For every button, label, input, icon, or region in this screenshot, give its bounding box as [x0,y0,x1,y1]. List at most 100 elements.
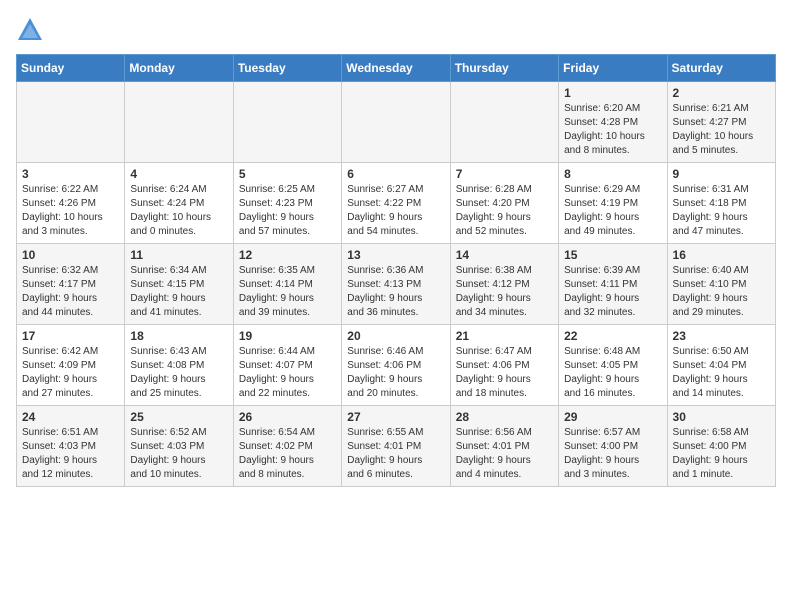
calendar-cell: 11 Sunrise: 6:34 AM Sunset: 4:15 PM Dayli… [125,244,233,325]
calendar-cell: 24 Sunrise: 6:51 AM Sunset: 4:03 PM Dayli… [17,406,125,487]
day-number: 25 [130,410,227,424]
calendar-cell: 28Sunrise: 6:56 AM Sunset: 4:01 PM Dayli… [450,406,558,487]
day-info: Sunrise: 6:32 AM Sunset: 4:17 PM Dayligh… [22,264,119,320]
calendar-week-row: 24 Sunrise: 6:51 AM Sunset: 4:03 PM Dayli… [17,406,776,487]
calendar-cell: 8 Sunrise: 6:29 AM Sunset: 4:19 PM Daylig… [559,163,667,244]
logo [16,16,48,44]
calendar-cell: 4 Sunrise: 6:24 AM Sunset: 4:24 PM Daylig… [125,163,233,244]
day-number: 12 [239,248,336,262]
day-number: 6 [347,167,444,181]
day-number: 15 [564,248,661,262]
day-number: 22 [564,329,661,343]
calendar-cell: 5 Sunrise: 6:25 AM Sunset: 4:23 PM Daylig… [233,163,341,244]
calendar-cell: 2 Sunrise: 6:21 AM Sunset: 4:27 PM Daylig… [667,82,775,163]
day-info: Sunrise: 6:54 AM Sunset: 4:02 PM Dayligh… [239,426,336,482]
weekday-header: Friday [559,55,667,82]
day-number: 7 [456,167,553,181]
day-info: Sunrise: 6:34 AM Sunset: 4:15 PM Dayligh… [130,264,227,320]
weekday-header: Wednesday [342,55,450,82]
day-number: 26 [239,410,336,424]
day-info: Sunrise: 6:52 AM Sunset: 4:03 PM Dayligh… [130,426,227,482]
day-info: Sunrise: 6:28 AM Sunset: 4:20 PM Dayligh… [456,183,553,239]
day-number: 16 [673,248,770,262]
day-info: Sunrise: 6:39 AM Sunset: 4:11 PM Dayligh… [564,264,661,320]
day-info: Sunrise: 6:40 AM Sunset: 4:10 PM Dayligh… [673,264,770,320]
calendar-cell: 20 Sunrise: 6:46 AM Sunset: 4:06 PM Dayli… [342,325,450,406]
weekday-row: SundayMondayTuesdayWednesdayThursdayFrid… [17,55,776,82]
day-number: 18 [130,329,227,343]
weekday-header: Saturday [667,55,775,82]
day-number: 11 [130,248,227,262]
calendar-table: SundayMondayTuesdayWednesdayThursdayFrid… [16,54,776,487]
calendar-cell: 12 Sunrise: 6:35 AM Sunset: 4:14 PM Dayli… [233,244,341,325]
day-info: Sunrise: 6:47 AM Sunset: 4:06 PM Dayligh… [456,345,553,401]
day-info: Sunrise: 6:55 AM Sunset: 4:01 PM Dayligh… [347,426,444,482]
day-number: 19 [239,329,336,343]
day-info: Sunrise: 6:31 AM Sunset: 4:18 PM Dayligh… [673,183,770,239]
calendar-cell: 19 Sunrise: 6:44 AM Sunset: 4:07 PM Dayli… [233,325,341,406]
day-info: Sunrise: 6:57 AM Sunset: 4:00 PM Dayligh… [564,426,661,482]
day-info: Sunrise: 6:44 AM Sunset: 4:07 PM Dayligh… [239,345,336,401]
calendar-cell: 14Sunrise: 6:38 AM Sunset: 4:12 PM Dayli… [450,244,558,325]
calendar-cell: 3 Sunrise: 6:22 AM Sunset: 4:26 PM Daylig… [17,163,125,244]
day-info: Sunrise: 6:20 AM Sunset: 4:28 PM Dayligh… [564,102,661,158]
calendar-cell: 23 Sunrise: 6:50 AM Sunset: 4:04 PM Dayli… [667,325,775,406]
day-number: 20 [347,329,444,343]
day-info: Sunrise: 6:36 AM Sunset: 4:13 PM Dayligh… [347,264,444,320]
day-number: 2 [673,86,770,100]
weekday-header: Thursday [450,55,558,82]
calendar-body: 1 Sunrise: 6:20 AM Sunset: 4:28 PM Daylig… [17,82,776,487]
calendar-cell [342,82,450,163]
calendar-cell: 15 Sunrise: 6:39 AM Sunset: 4:11 PM Dayli… [559,244,667,325]
calendar-cell: 6 Sunrise: 6:27 AM Sunset: 4:22 PM Daylig… [342,163,450,244]
calendar-cell [233,82,341,163]
day-number: 30 [673,410,770,424]
day-info: Sunrise: 6:21 AM Sunset: 4:27 PM Dayligh… [673,102,770,158]
day-number: 23 [673,329,770,343]
day-info: Sunrise: 6:46 AM Sunset: 4:06 PM Dayligh… [347,345,444,401]
day-info: Sunrise: 6:22 AM Sunset: 4:26 PM Dayligh… [22,183,119,239]
calendar-cell: 30Sunrise: 6:58 AM Sunset: 4:00 PM Dayli… [667,406,775,487]
day-number: 27 [347,410,444,424]
day-number: 8 [564,167,661,181]
calendar-cell: 22 Sunrise: 6:48 AM Sunset: 4:05 PM Dayli… [559,325,667,406]
calendar-cell: 13 Sunrise: 6:36 AM Sunset: 4:13 PM Dayli… [342,244,450,325]
calendar-cell [125,82,233,163]
day-info: Sunrise: 6:29 AM Sunset: 4:19 PM Dayligh… [564,183,661,239]
day-info: Sunrise: 6:25 AM Sunset: 4:23 PM Dayligh… [239,183,336,239]
day-number: 1 [564,86,661,100]
day-number: 13 [347,248,444,262]
page-header [16,16,776,44]
day-number: 10 [22,248,119,262]
day-info: Sunrise: 6:24 AM Sunset: 4:24 PM Dayligh… [130,183,227,239]
day-number: 24 [22,410,119,424]
day-info: Sunrise: 6:27 AM Sunset: 4:22 PM Dayligh… [347,183,444,239]
day-number: 3 [22,167,119,181]
calendar-cell: 27 Sunrise: 6:55 AM Sunset: 4:01 PM Dayli… [342,406,450,487]
day-info: Sunrise: 6:51 AM Sunset: 4:03 PM Dayligh… [22,426,119,482]
calendar-week-row: 1 Sunrise: 6:20 AM Sunset: 4:28 PM Daylig… [17,82,776,163]
day-info: Sunrise: 6:42 AM Sunset: 4:09 PM Dayligh… [22,345,119,401]
calendar-cell: 7 Sunrise: 6:28 AM Sunset: 4:20 PM Daylig… [450,163,558,244]
calendar-week-row: 10 Sunrise: 6:32 AM Sunset: 4:17 PM Dayli… [17,244,776,325]
calendar-cell: 26 Sunrise: 6:54 AM Sunset: 4:02 PM Dayli… [233,406,341,487]
day-number: 4 [130,167,227,181]
weekday-header: Sunday [17,55,125,82]
day-info: Sunrise: 6:50 AM Sunset: 4:04 PM Dayligh… [673,345,770,401]
day-info: Sunrise: 6:35 AM Sunset: 4:14 PM Dayligh… [239,264,336,320]
calendar-cell: 10 Sunrise: 6:32 AM Sunset: 4:17 PM Dayli… [17,244,125,325]
day-info: Sunrise: 6:43 AM Sunset: 4:08 PM Dayligh… [130,345,227,401]
calendar-cell [450,82,558,163]
calendar-week-row: 17Sunrise: 6:42 AM Sunset: 4:09 PM Dayli… [17,325,776,406]
calendar-cell: 29 Sunrise: 6:57 AM Sunset: 4:00 PM Dayli… [559,406,667,487]
day-info: Sunrise: 6:48 AM Sunset: 4:05 PM Dayligh… [564,345,661,401]
calendar-cell: 21Sunrise: 6:47 AM Sunset: 4:06 PM Dayli… [450,325,558,406]
calendar-week-row: 3 Sunrise: 6:22 AM Sunset: 4:26 PM Daylig… [17,163,776,244]
calendar-cell: 18 Sunrise: 6:43 AM Sunset: 4:08 PM Dayli… [125,325,233,406]
day-number: 5 [239,167,336,181]
day-info: Sunrise: 6:56 AM Sunset: 4:01 PM Dayligh… [456,426,553,482]
day-number: 9 [673,167,770,181]
weekday-header: Tuesday [233,55,341,82]
day-number: 29 [564,410,661,424]
calendar-cell: 25 Sunrise: 6:52 AM Sunset: 4:03 PM Dayli… [125,406,233,487]
